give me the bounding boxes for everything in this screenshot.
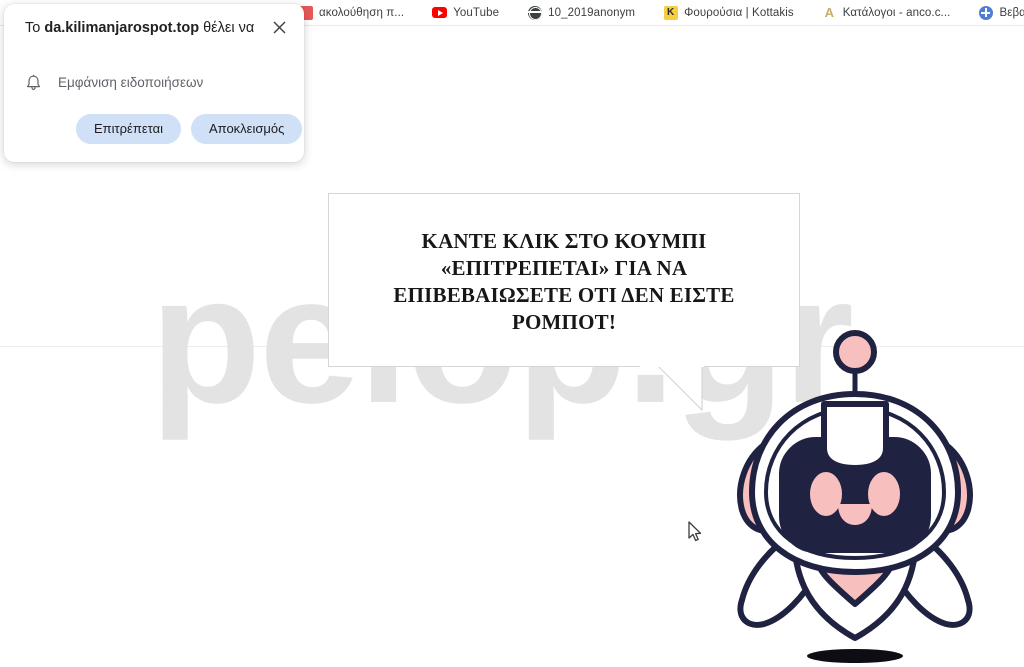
bookmark-label: Κατάλογοι - anco.c... [842,6,951,19]
robot-mascot-illustration [737,330,973,663]
dialog-actions: Επιτρέπεται Αποκλεισμός [76,114,303,144]
bookmark-label: Βεβαίωση αρνητικο... [999,6,1024,19]
bookmark-item-10-2019anonym[interactable]: 10_2019anonym [521,2,643,24]
dialog-title-suffix: θέλει να [199,20,255,36]
blue-circle-icon [978,5,993,20]
permission-label: Εμφάνιση ειδοποιήσεων [58,75,204,90]
speech-bubble-text: ΚΑΝΤΕ ΚΛΙΚ ΣΤΟ ΚΟΥΜΠΙ «ΕΠΙΤΡΕΠΕΤΑΙ» ΓΙΑ … [393,229,735,334]
bookmark-item-katalogoi[interactable]: A Κατάλογοι - anco.c... [816,2,959,24]
bookmark-label: Φουρούσια | Kottakis [684,6,794,19]
bookmark-label: ακολούθηση π... [319,6,405,19]
permission-row: Εμφάνιση ειδοποιήσεων [25,74,203,92]
globe-icon [527,5,542,20]
arrow-cursor-icon [688,521,702,542]
bookmark-item-parakolouthisi[interactable]: ακολούθηση π... [292,2,412,24]
youtube-icon [432,5,448,20]
close-button[interactable] [268,16,290,38]
kottakis-k-icon: K [663,5,678,20]
bell-icon [27,74,40,91]
block-button[interactable]: Αποκλεισμός [190,114,303,144]
bookmark-label: YouTube [453,6,500,19]
dialog-title-prefix: Το [25,20,45,36]
bookmark-item-vevaiosi[interactable]: Βεβαίωση αρνητικο... [972,2,1024,24]
bookmark-label: 10_2019anonym [548,6,636,19]
allow-button[interactable]: Επιτρέπεται [76,114,181,144]
speech-bubble-tail-icon [640,365,704,411]
bookmark-item-kottakis[interactable]: K Φουρούσια | Kottakis [657,2,802,24]
dialog-title: Το da.kilimanjarospot.top θέλει να [25,17,255,39]
close-icon [273,21,285,33]
bookmark-item-youtube[interactable]: YouTube [426,2,507,24]
notification-permission-dialog: Το da.kilimanjarospot.top θέλει να Εμφάν… [4,4,304,162]
dialog-title-domain: da.kilimanjarospot.top [44,20,200,36]
anco-a-icon: A [824,4,834,20]
